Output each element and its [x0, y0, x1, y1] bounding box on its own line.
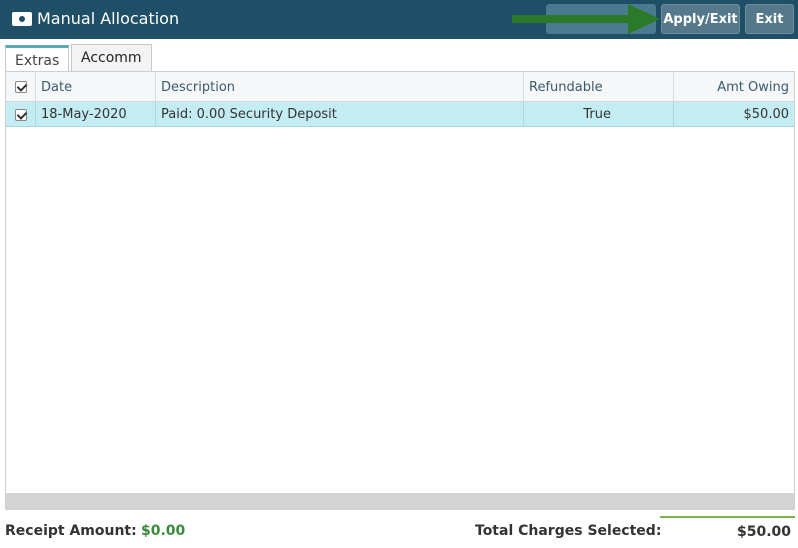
column-header-refundable[interactable]: Refundable: [524, 72, 674, 102]
window-title: Manual Allocation: [37, 9, 180, 28]
column-header-amt-owing[interactable]: Amt Owing: [674, 72, 794, 102]
footer: Receipt Amount: $0.00 Total Charges Sele…: [0, 510, 798, 548]
charges-grid: Date Description Refundable Amt Owing 18…: [5, 71, 795, 510]
total-charges-label: Total Charges Selected:: [475, 523, 662, 539]
tab-extras[interactable]: Extras: [5, 45, 70, 73]
cell-amt-owing: $50.00: [743, 107, 790, 122]
horizontal-scrollbar[interactable]: [6, 493, 794, 509]
column-header-date[interactable]: Date: [36, 72, 156, 102]
grid-header: Date Description Refundable Amt Owing: [6, 72, 794, 102]
receipt-amount-value: $0.00: [141, 523, 186, 539]
table-row[interactable]: 18-May-2020 Paid: 0.00 Security Deposit …: [6, 102, 794, 127]
total-charges-value: $50.00: [736, 524, 791, 540]
cell-refundable: True: [524, 102, 674, 127]
receipt-amount-label: Receipt Amount:: [5, 523, 137, 539]
cell-description: Paid: 0.00 Security Deposit: [156, 102, 524, 127]
apply-exit-button[interactable]: Apply/Exit: [661, 4, 740, 34]
exit-button[interactable]: Exit: [745, 4, 794, 34]
title-bar: Manual Allocation Apply/Exit Exit: [0, 0, 798, 39]
cell-date: 18-May-2020: [36, 102, 156, 127]
pointer-arrow-icon: [512, 4, 660, 34]
cash-icon: [12, 12, 32, 26]
tab-bar: Extras Accomm: [0, 39, 798, 73]
row-checkbox[interactable]: [14, 108, 27, 121]
select-all-checkbox[interactable]: [14, 81, 27, 93]
column-header-description[interactable]: Description: [156, 72, 524, 102]
tab-accomm[interactable]: Accomm: [71, 44, 152, 71]
select-all-checkbox-cell[interactable]: [6, 72, 36, 102]
row-checkbox-cell[interactable]: [6, 102, 36, 127]
total-charges-box: $50.00: [660, 516, 795, 546]
